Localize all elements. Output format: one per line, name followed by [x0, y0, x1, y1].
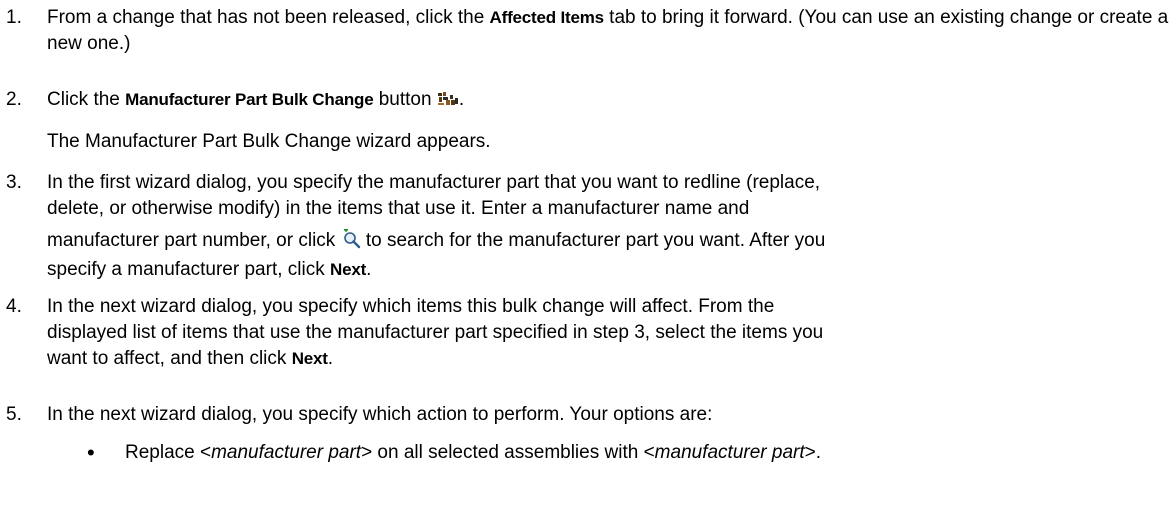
- step-text: Click the Manufacturer Part Bulk Change …: [47, 87, 1170, 116]
- next-label: Next: [291, 349, 328, 368]
- step-text: From a change that has not been released…: [47, 7, 1169, 54]
- step-number: 2.: [6, 89, 22, 110]
- search-add-icon: [341, 227, 361, 257]
- bullet-text: Replace <manufacturer part> on all selec…: [125, 442, 822, 463]
- step-number: 1.: [6, 7, 22, 28]
- step-text: In the first wizard dialog, you specify …: [47, 172, 826, 280]
- step-number: 3.: [6, 172, 22, 193]
- step-number: 5.: [6, 404, 22, 425]
- step-number: 4.: [6, 296, 22, 317]
- bulk-change-label: Manufacturer Part Bulk Change: [125, 90, 374, 109]
- affected-items-label: Affected Items: [489, 8, 605, 27]
- bullet-symbol: •: [87, 440, 95, 465]
- bulk-change-icon: [436, 90, 459, 116]
- next-label: Next: [330, 260, 367, 279]
- step-text: In the next wizard dialog, you specify w…: [47, 404, 713, 425]
- step-text: In the next wizard dialog, you specify w…: [47, 296, 824, 369]
